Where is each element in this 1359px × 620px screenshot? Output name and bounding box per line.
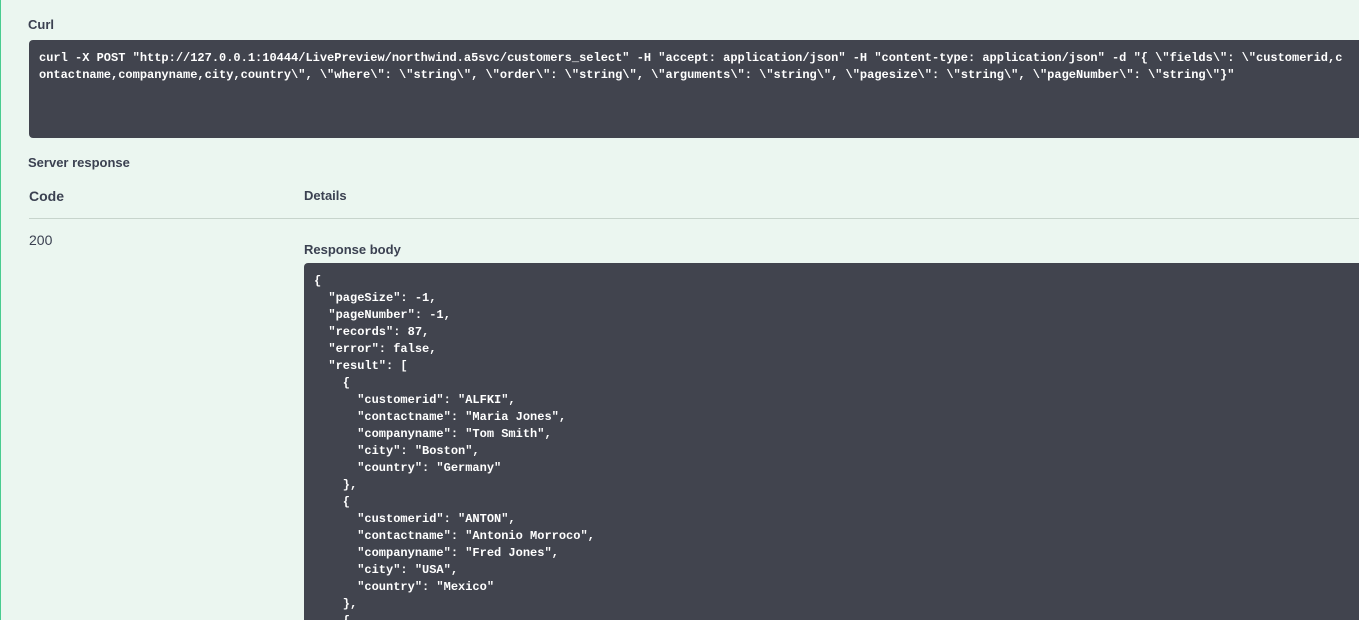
curl-command-box[interactable]: curl -X POST "http://127.0.0.1:10444/Liv… (29, 40, 1359, 138)
curl-label: Curl (28, 17, 54, 32)
response-body-text[interactable]: { "pageSize": -1, "pageNumber": -1, "rec… (314, 273, 1359, 620)
response-panel: Curl curl -X POST "http://127.0.0.1:1044… (0, 0, 1359, 620)
code-column-header: Code (29, 188, 64, 204)
response-body-box[interactable]: { "pageSize": -1, "pageNumber": -1, "rec… (304, 263, 1359, 620)
response-status-code: 200 (29, 232, 53, 248)
server-response-label: Server response (28, 155, 130, 170)
details-column-header: Details (304, 188, 347, 203)
response-body-label: Response body (304, 242, 401, 257)
header-divider (29, 218, 1359, 219)
curl-command-text[interactable]: curl -X POST "http://127.0.0.1:10444/Liv… (39, 50, 1349, 84)
